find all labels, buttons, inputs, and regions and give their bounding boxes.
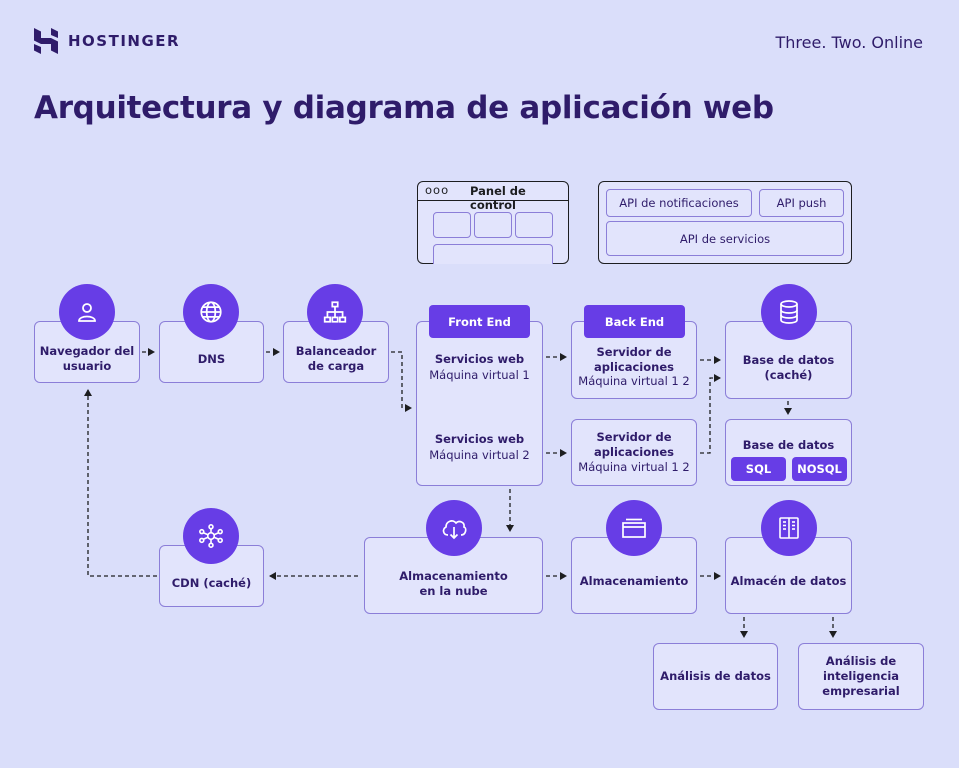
api-services: API de servicios bbox=[606, 221, 844, 256]
web-service-1: Servicios web Máquina virtual 1 bbox=[416, 351, 543, 383]
storage-label: Almacenamiento bbox=[579, 574, 689, 589]
dbcache-line-2: (caché) bbox=[764, 368, 813, 382]
network-tree-icon bbox=[307, 284, 363, 340]
cloud-download-icon bbox=[426, 500, 482, 556]
frontend-badge: Front End bbox=[429, 305, 530, 338]
user-icon bbox=[59, 284, 115, 340]
panel-widget-wide bbox=[433, 244, 553, 264]
bi-analytics-node: Análisis de inteligencia empresarial bbox=[798, 643, 924, 710]
dbcache-line-1: Base de datos bbox=[742, 353, 835, 368]
cdn-network-icon bbox=[183, 508, 239, 564]
arrow-cdn-browser bbox=[84, 389, 157, 577]
control-panel: ooo Panel de control bbox=[417, 181, 569, 264]
browser-label-2: usuario bbox=[62, 359, 112, 373]
bi-line-2: inteligencia bbox=[822, 669, 900, 684]
app1-line-1: Servidor de bbox=[596, 344, 672, 359]
panel-widget-2 bbox=[474, 212, 512, 238]
balancer-label-1: Balanceador bbox=[295, 344, 377, 359]
backend-badge: Back End bbox=[584, 305, 685, 338]
warehouse-label: Almacén de datos bbox=[730, 574, 847, 589]
panel-widget-1 bbox=[433, 212, 471, 238]
database-icon bbox=[761, 284, 817, 340]
control-panel-dots: ooo bbox=[425, 183, 450, 197]
globe-icon bbox=[183, 284, 239, 340]
data-analytics-node: Análisis de datos bbox=[653, 643, 778, 710]
api-group: API de notificaciones API push API de se… bbox=[598, 181, 852, 264]
bi-line-1: Análisis de bbox=[825, 654, 897, 669]
api-push: API push bbox=[759, 189, 844, 217]
web-service-2: Servicios web Máquina virtual 2 bbox=[416, 431, 543, 463]
app-server-2: Servidor de aplicaciones Máquina virtual… bbox=[571, 419, 697, 486]
nosql-badge: NOSQL bbox=[792, 457, 847, 481]
balancer-label-2: de carga bbox=[307, 359, 365, 373]
web2-title: Servicios web bbox=[434, 432, 525, 446]
sql-badge: SQL bbox=[731, 457, 786, 481]
browser-label-1: Navegador del bbox=[39, 344, 135, 359]
warehouse-grid-icon bbox=[761, 500, 817, 556]
bi-line-3: empresarial bbox=[822, 683, 900, 698]
app1-sub: Máquina virtual 1 2 bbox=[578, 374, 690, 389]
web1-sub: Máquina virtual 1 bbox=[429, 368, 530, 383]
control-panel-title: Panel de control bbox=[470, 184, 526, 212]
arrow-balancer-frontend bbox=[391, 351, 412, 412]
cdn-label: CDN (caché) bbox=[171, 575, 252, 590]
arrow-app2-dbcache bbox=[700, 374, 721, 454]
web1-title: Servicios web bbox=[434, 352, 525, 366]
web2-sub: Máquina virtual 2 bbox=[429, 448, 530, 463]
api-notifications: API de notificaciones bbox=[606, 189, 752, 217]
dns-label: DNS bbox=[197, 351, 226, 366]
app2-line-1: Servidor de bbox=[596, 430, 672, 445]
panel-widget-3 bbox=[515, 212, 553, 238]
app2-sub: Máquina virtual 1 2 bbox=[578, 459, 690, 474]
db-title: Base de datos bbox=[742, 438, 835, 452]
cloud-line-1: Almacenamiento bbox=[399, 568, 508, 583]
cloud-line-2: en la nube bbox=[419, 583, 488, 598]
analytics-label: Análisis de datos bbox=[660, 669, 771, 684]
storage-box-icon bbox=[606, 500, 662, 556]
app1-line-2: aplicaciones bbox=[594, 359, 674, 374]
app2-line-2: aplicaciones bbox=[594, 445, 674, 460]
